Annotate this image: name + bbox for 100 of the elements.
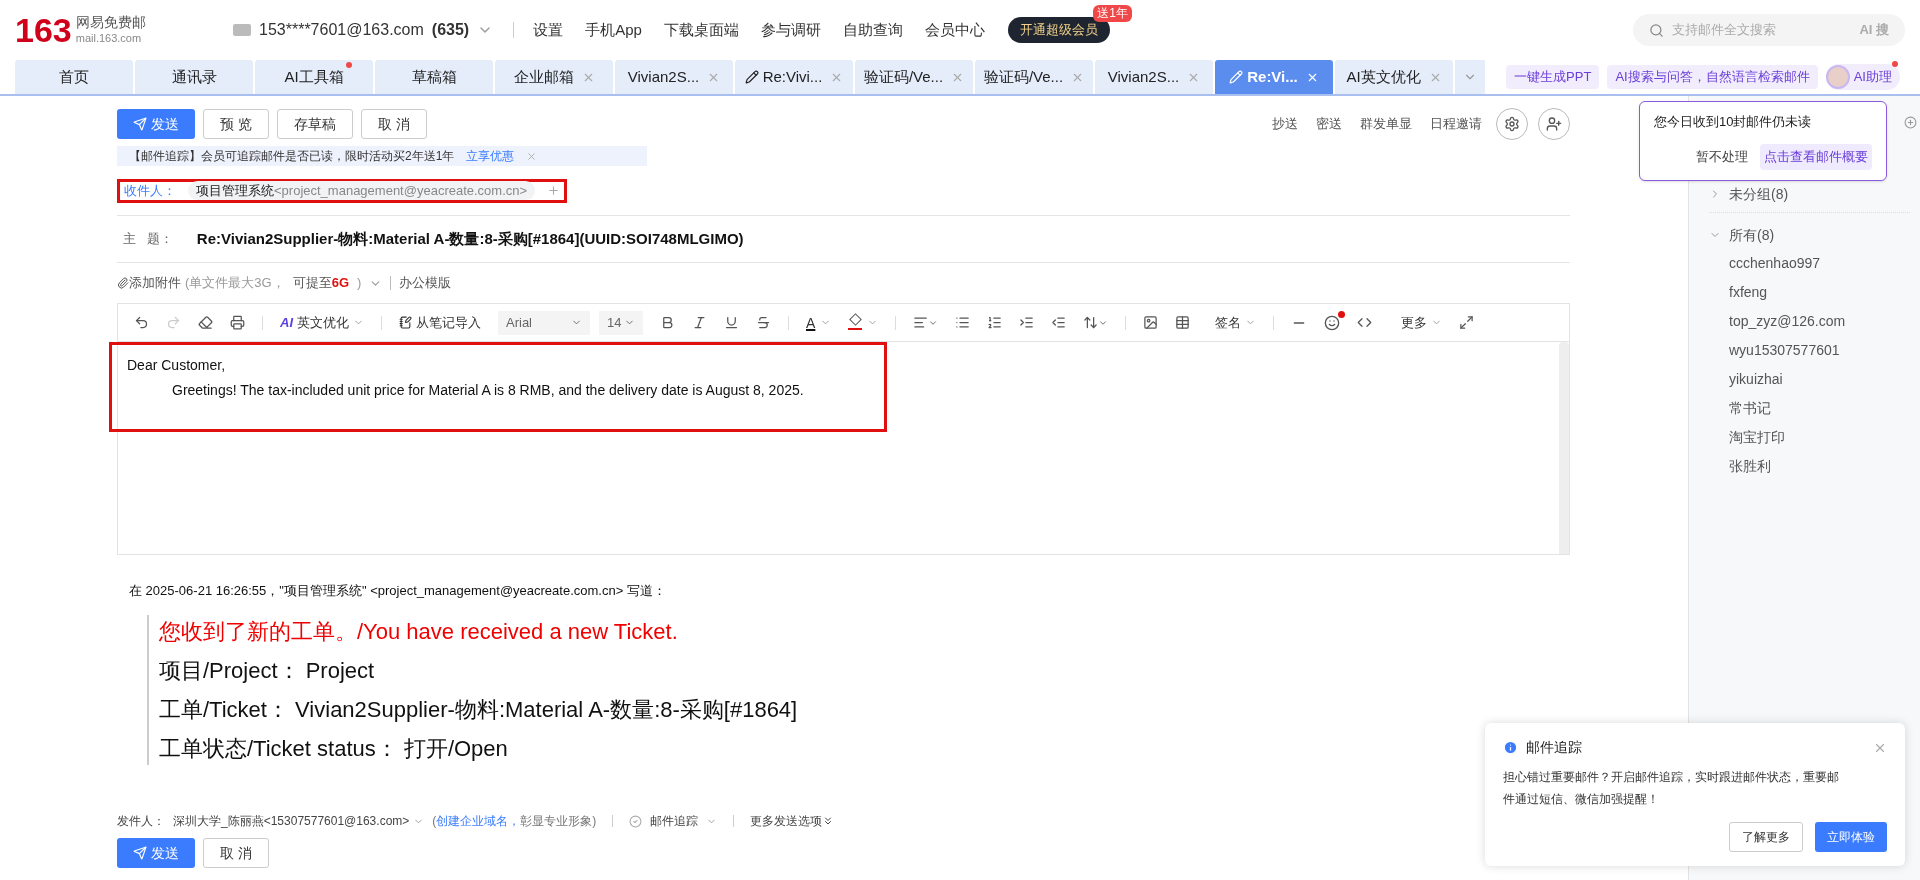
quote-line: 您收到了新的工单。/You have received a new Ticket. [159, 617, 678, 646]
dismiss-button[interactable]: 暂不处理 [1696, 146, 1748, 167]
compose-option-link[interactable]: 抄送 [1272, 114, 1298, 134]
size-select[interactable]: 14 [599, 310, 643, 335]
nav-link[interactable]: 手机App [574, 18, 653, 42]
signature-button[interactable]: 签名 [1215, 312, 1257, 333]
account-address[interactable]: 153****7601@163.com [259, 18, 424, 42]
learn-more-button[interactable]: 了解更多 [1729, 822, 1803, 852]
sender-label: 发件人： [117, 813, 165, 830]
contact-item[interactable]: 淘宝打印 [1709, 423, 1910, 452]
template-link[interactable]: 办公模版 [399, 273, 452, 293]
sender-address[interactable]: 深圳大学_陈丽燕<15307577601@163.com> [173, 812, 410, 830]
contact-item[interactable]: fxfeng [1709, 278, 1910, 307]
compose-option-link[interactable]: 群发单显 [1360, 114, 1412, 134]
image-icon[interactable] [1143, 315, 1159, 330]
tab[interactable]: 通讯录 [135, 60, 253, 94]
more-options-link[interactable]: 更多发送选项 [750, 812, 823, 830]
tab[interactable]: 首页 [15, 60, 133, 94]
nav-link[interactable]: 自助查询 [831, 18, 914, 42]
search-icon [1649, 22, 1664, 38]
align-icon[interactable] [913, 315, 939, 330]
code-icon[interactable] [1357, 315, 1373, 330]
summary-button[interactable]: 点击查看邮件概要 [1760, 143, 1872, 170]
tab[interactable]: Re:Vivi... [735, 60, 853, 94]
compose-option-link[interactable]: 日程邀请 [1430, 114, 1482, 134]
smile-icon[interactable] [1324, 314, 1341, 331]
text-color-icon[interactable]: A [806, 315, 816, 330]
bullet-list-icon[interactable] [955, 315, 971, 330]
italic-icon[interactable] [692, 315, 707, 330]
domain-text: (创建企业域名，彰显专业形象) [432, 813, 597, 830]
compose-action-button[interactable]: 存草稿 [276, 109, 353, 139]
tab[interactable]: 验证码/Ve... [855, 60, 973, 94]
logo-name: 网易免费邮 [75, 14, 146, 32]
nav-link[interactable]: 设置 [522, 18, 575, 42]
body-paragraph: Greetings! The tax-included unit price for Material A is 8 RMB, and the delivery date is August 8, 2025. [171, 381, 805, 400]
nav-link[interactable]: 参与调研 [749, 18, 832, 42]
greeting-text: Dear Customer, [127, 356, 227, 375]
account-icon [233, 24, 251, 36]
compose-action-button[interactable]: 取 消 [360, 109, 427, 139]
fullscreen-icon[interactable] [1459, 315, 1475, 330]
recipient-chip[interactable]: 项目管理系统<project_management@yeacreate.com.cn> [188, 180, 536, 201]
eraser-icon[interactable] [198, 315, 213, 330]
contact-item[interactable]: 常书记 [1709, 394, 1910, 423]
domain-link[interactable]: 创建企业域名， [436, 814, 521, 828]
tab[interactable]: 验证码/Ve... [975, 60, 1093, 94]
underline-icon[interactable] [724, 315, 739, 330]
tab-label: 验证码/Ve... [863, 66, 944, 87]
tab-label: 草稿箱 [411, 66, 457, 87]
attach-upgrade[interactable]: 可提至6G [292, 273, 349, 293]
ai-link-button[interactable]: 一键生成PPT [1506, 65, 1600, 89]
attach-link[interactable]: 添加附件 [129, 273, 181, 293]
compose-option-link[interactable]: 密送 [1316, 114, 1342, 134]
compose-action-button[interactable]: 预 览 [203, 109, 269, 139]
tab[interactable]: Vivian2S... [1095, 60, 1213, 94]
table-icon[interactable] [1175, 315, 1191, 330]
nav-link[interactable]: 下载桌面端 [652, 18, 750, 42]
tab[interactable]: 企业邮箱 [495, 60, 613, 94]
add-icon[interactable] [547, 184, 561, 197]
tab-label: Vivian2S... [627, 66, 700, 87]
contact-group[interactable]: 所有(8) [1709, 221, 1910, 249]
tab[interactable]: 草稿箱 [375, 60, 493, 94]
tab-label: AI英文优化 [1346, 66, 1421, 87]
quote-line: 项目/Project： Project [159, 656, 375, 685]
bold-icon[interactable] [660, 315, 675, 330]
line-height-icon[interactable] [1083, 315, 1109, 330]
tab[interactable]: AI工具箱 [255, 60, 373, 94]
notice-title: 邮件追踪 [1526, 738, 1582, 757]
vip-button[interactable]: 开通超级会员 [1007, 17, 1110, 43]
try-now-button[interactable]: 立即体验 [1815, 822, 1887, 852]
send-button[interactable]: 发送 [117, 109, 195, 139]
indent-icon[interactable] [1019, 315, 1035, 330]
ai-optimize-button[interactable]: AI 英文优化 [280, 312, 364, 333]
tab[interactable]: AI英文优化 [1335, 60, 1453, 94]
send-button[interactable]: 发送 [117, 838, 195, 868]
tab[interactable]: Vivian2S... [615, 60, 733, 94]
outdent-icon[interactable] [1051, 315, 1067, 330]
ai-link-button[interactable]: AI搜索与问答，自然语言检索邮件 [1607, 65, 1818, 89]
strikethrough-icon[interactable] [756, 315, 771, 330]
add-group-icon[interactable] [1904, 116, 1917, 129]
nav-link[interactable]: 会员中心 [913, 18, 996, 42]
promo-link[interactable]: 立享优惠 [466, 147, 515, 165]
contact-item[interactable]: ccchenhao997 [1709, 249, 1910, 278]
ai-assistant-button[interactable]: AI助理 [1825, 64, 1900, 90]
subject-field[interactable]: Re:Vivian2Supplier-物料:Material A-数量:8-采购[#1864](UUID:SOI748MLGIMO) [196, 227, 744, 251]
contact-group[interactable]: 未分组(8) [1709, 180, 1910, 208]
import-notes-button[interactable]: 从笔记导入 [399, 312, 481, 333]
undo-icon[interactable] [134, 315, 149, 330]
contact-item[interactable]: top_zyz@126.com [1709, 307, 1910, 336]
font-select[interactable]: Arial [498, 310, 590, 335]
quote-line: 工单状态/Ticket status： 打开/Open [159, 734, 508, 763]
cancel-button[interactable]: 取 消 [203, 838, 269, 868]
printer-icon[interactable] [230, 315, 245, 330]
tab-label: Re:Vi... [1247, 66, 1298, 87]
numbered-list-icon[interactable] [987, 315, 1003, 330]
more-button[interactable]: 更多 [1401, 312, 1443, 333]
recipient-label[interactable]: 收件人： [124, 180, 176, 201]
tracking-option[interactable]: 邮件追踪 [650, 812, 699, 830]
contact-item[interactable]: 张胜利 [1709, 452, 1910, 481]
contact-item[interactable]: yikuizhai [1709, 365, 1910, 394]
contact-item[interactable]: wyu15307577601 [1709, 336, 1910, 365]
